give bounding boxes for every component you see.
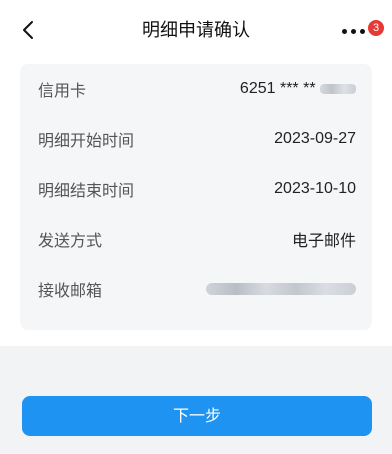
detail-row-start-date: 明细开始时间 2023-09-27 bbox=[20, 114, 372, 164]
end-date-label: 明细结束时间 bbox=[38, 181, 135, 200]
email-value bbox=[206, 280, 356, 298]
more-dots-icon bbox=[342, 28, 347, 34]
next-button[interactable]: 下一步 bbox=[22, 396, 372, 436]
detail-row-email: 接收邮箱 bbox=[20, 264, 372, 314]
credit-card-number: 6251 *** ** bbox=[239, 80, 316, 97]
detail-row-credit-card: 信用卡 6251 *** ** bbox=[20, 64, 372, 114]
header-bar: 明细申请确认 3 bbox=[0, 0, 392, 62]
more-dots-icon bbox=[351, 28, 356, 34]
start-date-value: 2023-09-27 bbox=[274, 130, 356, 147]
delivery-method-label: 发送方式 bbox=[38, 231, 103, 250]
more-button[interactable] bbox=[342, 24, 370, 38]
masked-email-blur bbox=[206, 282, 356, 295]
delivery-method-value: 电子邮件 bbox=[291, 233, 356, 250]
details-card: 信用卡 6251 *** ** 明细开始时间 2023-09-27 明细结束时间… bbox=[20, 64, 372, 330]
masked-blur bbox=[320, 83, 356, 94]
more-dots-icon bbox=[360, 28, 365, 34]
credit-card-value: 6251 *** ** bbox=[240, 80, 356, 98]
notification-badge: 3 bbox=[368, 20, 384, 36]
credit-card-label: 信用卡 bbox=[38, 81, 87, 100]
page-title: 明细申请确认 bbox=[142, 20, 250, 41]
detail-row-end-date: 明细结束时间 2023-10-10 bbox=[20, 164, 372, 214]
end-date-value: 2023-10-10 bbox=[274, 180, 356, 197]
email-label: 接收邮箱 bbox=[38, 281, 103, 300]
start-date-label: 明细开始时间 bbox=[38, 131, 135, 150]
detail-row-delivery-method: 发送方式 电子邮件 bbox=[20, 214, 372, 264]
